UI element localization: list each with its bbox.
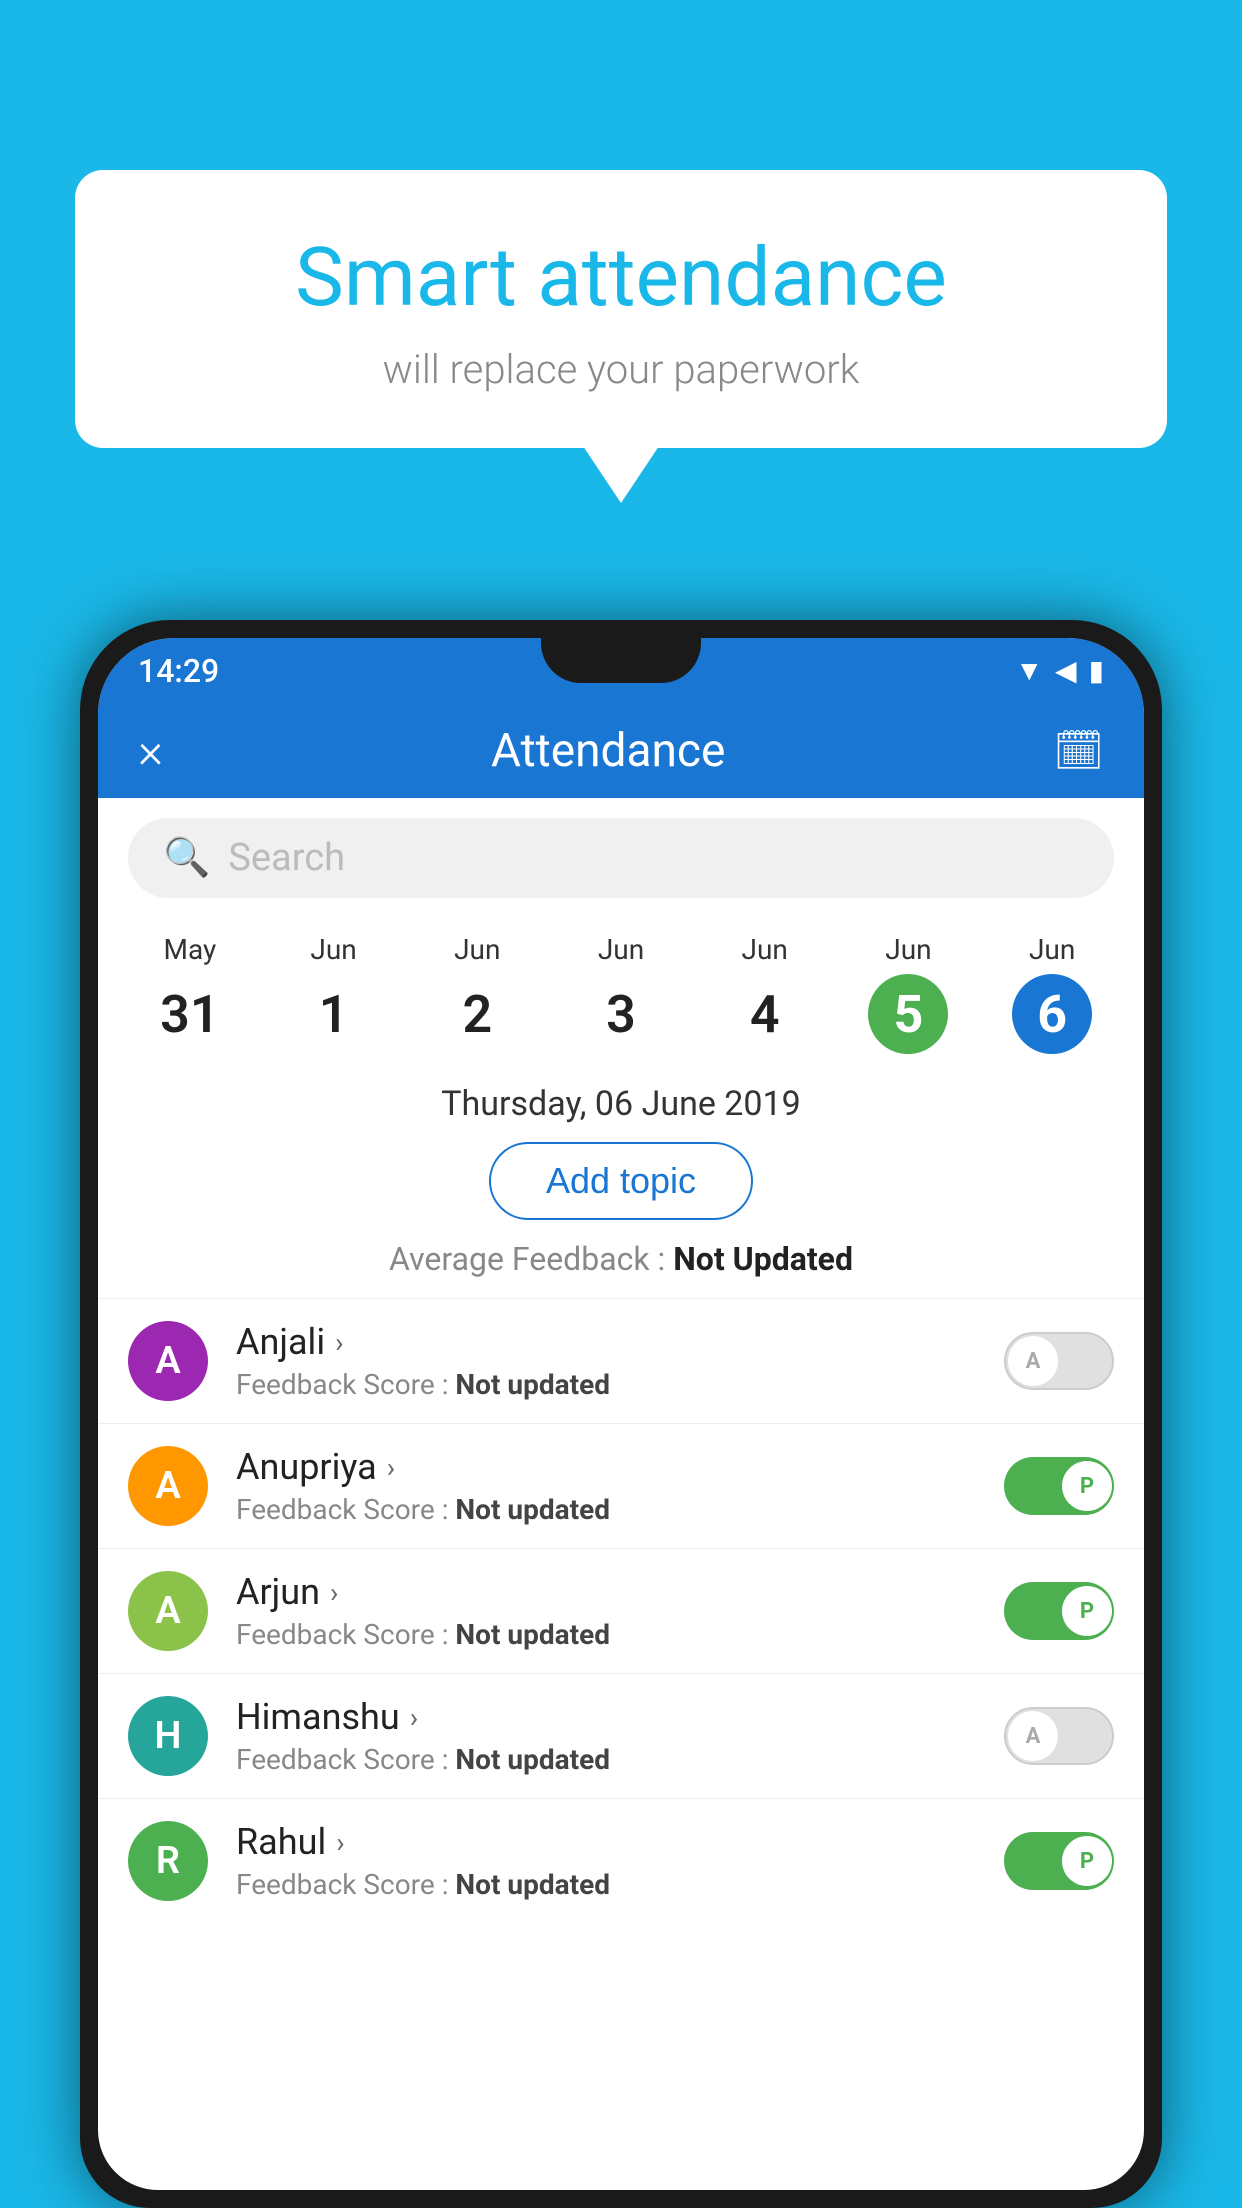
date-col-2[interactable]: Jun 2	[405, 933, 549, 1054]
date-month: Jun	[693, 933, 837, 966]
date-day[interactable]: 3	[581, 974, 661, 1054]
attendance-toggle[interactable]: A	[1004, 1707, 1114, 1765]
student-avatar: H	[128, 1696, 208, 1776]
date-day[interactable]: 4	[725, 974, 805, 1054]
status-time: 14:29	[138, 652, 219, 690]
chevron-icon: ›	[387, 1451, 395, 1484]
date-col-5[interactable]: Jun 5	[837, 933, 981, 1054]
bubble-title: Smart attendance	[125, 230, 1117, 326]
student-name: Arjun ›	[236, 1571, 1004, 1613]
student-item[interactable]: AAnjali ›Feedback Score : Not updatedA	[98, 1298, 1144, 1423]
student-info: Anjali › Feedback Score : Not updated	[236, 1321, 1004, 1401]
student-avatar: A	[128, 1446, 208, 1526]
toggle-knob: P	[1062, 1836, 1112, 1886]
content-area: 🔍 Search May 31 Jun 1 Jun 2 Jun 3 Jun 4 Jun 5 Jun 6 T…	[98, 798, 1144, 1923]
date-month: May	[118, 933, 262, 966]
avg-feedback-value: Not Updated	[673, 1240, 853, 1278]
chevron-icon: ›	[335, 1326, 343, 1359]
student-feedback: Feedback Score : Not updated	[236, 1368, 1004, 1401]
student-item[interactable]: R Rahul › Feedback Score : Not updated P	[98, 1798, 1144, 1923]
search-input[interactable]: Search	[228, 836, 345, 880]
wifi-icon: ▼	[1015, 654, 1043, 687]
date-month: Jun	[405, 933, 549, 966]
battery-icon: ▮	[1089, 654, 1104, 687]
date-col-1[interactable]: Jun 1	[262, 933, 406, 1054]
date-col-0[interactable]: May 31	[118, 933, 262, 1054]
date-day[interactable]: 5	[868, 974, 948, 1054]
status-icons: ▼ ◀ ▮	[1015, 654, 1104, 687]
attendance-toggle[interactable]: P	[1004, 1832, 1114, 1890]
speech-bubble: Smart attendance will replace your paper…	[75, 170, 1167, 448]
student-feedback: Feedback Score : Not updated	[236, 1868, 1004, 1901]
student-name: Himanshu ›	[236, 1696, 1004, 1738]
date-day[interactable]: 31	[150, 974, 230, 1054]
toggle-knob: P	[1062, 1586, 1112, 1636]
phone-screen: 14:29 ▼ ◀ ▮ × Attendance 🗓 🔍 Search May 3…	[98, 638, 1144, 2190]
close-button[interactable]: ×	[138, 722, 163, 779]
search-icon: 🔍	[163, 836, 210, 880]
student-list: AAnjali ›Feedback Score : Not updatedAAA…	[98, 1298, 1144, 1923]
attendance-toggle[interactable]: A	[1004, 1332, 1114, 1390]
student-feedback: Feedback Score : Not updated	[236, 1743, 1004, 1776]
date-month: Jun	[549, 933, 693, 966]
phone-notch	[541, 638, 701, 683]
student-item[interactable]: A Anupriya › Feedback Score : Not updated P	[98, 1423, 1144, 1548]
student-item[interactable]: H Himanshu › Feedback Score : Not updatedA	[98, 1673, 1144, 1798]
add-topic-button[interactable]: Add topic	[489, 1142, 753, 1220]
avg-feedback-label: Average Feedback :	[389, 1240, 665, 1278]
header-title: Attendance	[491, 724, 725, 778]
attendance-toggle[interactable]: P	[1004, 1457, 1114, 1515]
signal-icon: ◀	[1055, 654, 1077, 687]
date-month: Jun	[980, 933, 1124, 966]
student-avatar: R	[128, 1821, 208, 1901]
chevron-icon: ›	[410, 1701, 418, 1734]
chevron-icon: ›	[336, 1826, 344, 1859]
student-avatar: A	[128, 1321, 208, 1401]
student-info: Arjun › Feedback Score : Not updated	[236, 1571, 1004, 1651]
date-day[interactable]: 2	[437, 974, 517, 1054]
app-header: × Attendance 🗓	[98, 703, 1144, 798]
phone-frame: 14:29 ▼ ◀ ▮ × Attendance 🗓 🔍 Search May 3…	[80, 620, 1162, 2208]
student-info: Rahul › Feedback Score : Not updated	[236, 1821, 1004, 1901]
bubble-subtitle: will replace your paperwork	[125, 346, 1117, 393]
chevron-icon: ›	[330, 1576, 338, 1609]
search-bar[interactable]: 🔍 Search	[128, 818, 1114, 898]
student-info: Himanshu › Feedback Score : Not updated	[236, 1696, 1004, 1776]
student-name: Anjali ›	[236, 1321, 1004, 1363]
date-col-4[interactable]: Jun 4	[693, 933, 837, 1054]
date-day[interactable]: 6	[1012, 974, 1092, 1054]
student-info: Anupriya › Feedback Score : Not updated	[236, 1446, 1004, 1526]
date-scroll: May 31 Jun 1 Jun 2 Jun 3 Jun 4 Jun 5 Jun 6	[98, 918, 1144, 1064]
date-month: Jun	[837, 933, 981, 966]
student-name: Anupriya ›	[236, 1446, 1004, 1488]
toggle-knob: A	[1008, 1336, 1058, 1386]
selected-date-label: Thursday, 06 June 2019	[98, 1084, 1144, 1124]
student-item[interactable]: A Arjun › Feedback Score : Not updated P	[98, 1548, 1144, 1673]
student-feedback: Feedback Score : Not updated	[236, 1493, 1004, 1526]
date-day[interactable]: 1	[294, 974, 374, 1054]
toggle-knob: A	[1008, 1711, 1058, 1761]
attendance-toggle[interactable]: P	[1004, 1582, 1114, 1640]
date-col-6[interactable]: Jun 6	[980, 933, 1124, 1054]
student-avatar: A	[128, 1571, 208, 1651]
student-name: Rahul ›	[236, 1821, 1004, 1863]
calendar-icon[interactable]: 🗓	[1053, 727, 1104, 774]
date-col-3[interactable]: Jun 3	[549, 933, 693, 1054]
average-feedback: Average Feedback : Not Updated	[98, 1240, 1144, 1278]
toggle-knob: P	[1062, 1461, 1112, 1511]
student-feedback: Feedback Score : Not updated	[236, 1618, 1004, 1651]
date-month: Jun	[262, 933, 406, 966]
